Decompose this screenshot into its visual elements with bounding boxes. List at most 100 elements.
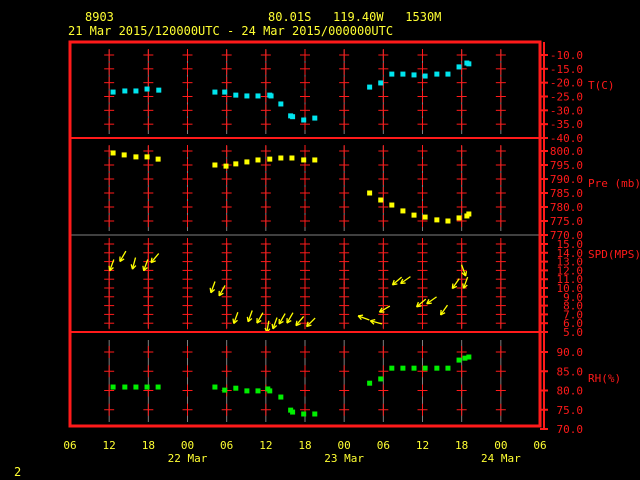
data-point [278, 155, 284, 161]
data-point [367, 380, 373, 386]
axis-tick-label: 800.0 [550, 145, 583, 158]
data-point [445, 71, 451, 77]
data-point [278, 101, 284, 107]
axis-tick-label: -40.0 [550, 132, 583, 145]
x-tick-label: 00 [494, 439, 507, 452]
data-point [411, 365, 417, 371]
data-point [456, 64, 462, 70]
wind-arrow-head [358, 314, 364, 317]
data-point [400, 71, 406, 77]
data-point [144, 154, 150, 160]
axis-tick-label: -30.0 [550, 104, 583, 117]
data-point [466, 211, 472, 217]
wind-arrow-head [108, 265, 111, 271]
axis-tick-label: 90.0 [557, 346, 584, 359]
x-tick-label: 12 [259, 439, 272, 452]
data-point [212, 162, 218, 168]
data-point [378, 80, 384, 86]
data-point [110, 384, 116, 390]
data-point [466, 61, 472, 67]
wind-arrow [357, 314, 370, 321]
wind-arrow-head [451, 283, 454, 289]
data-point [367, 84, 373, 90]
data-point [466, 354, 472, 360]
data-point [301, 157, 307, 163]
data-point [110, 89, 116, 95]
data-point [244, 159, 250, 165]
panel-label: SPD(MPS) [588, 248, 640, 261]
axis-tick-label: -20.0 [550, 77, 583, 90]
x-tick-label: 18 [142, 439, 155, 452]
x-date-label: 24 Mar [481, 452, 521, 465]
wind-arrow [218, 285, 226, 297]
wind-arrow-head [232, 318, 235, 324]
x-tick-label: 18 [298, 439, 311, 452]
meteogram: -10.0-15.0-20.0-25.0-30.0-35.0-40.0 T(C) 8… [63, 40, 640, 465]
data-point [110, 150, 116, 156]
wind-arrow [246, 310, 253, 323]
data-point [434, 217, 440, 223]
panel-label: Pre (mb) [588, 177, 640, 190]
data-point [434, 71, 440, 77]
data-point [155, 156, 161, 162]
data-point [267, 388, 273, 394]
data-point [255, 157, 261, 163]
x-tick-label: 18 [455, 439, 468, 452]
data-point [233, 92, 239, 98]
wind-arrow-head [370, 318, 376, 322]
axis-tick-label: 70.0 [557, 423, 584, 436]
data-point [233, 385, 239, 391]
data-point [312, 157, 318, 163]
data-point [422, 214, 428, 220]
wind-arrow [209, 281, 216, 294]
axis-tick-label: -25.0 [550, 91, 583, 104]
wind-arrow-head [246, 316, 249, 322]
axis-tick-label: 790.0 [550, 173, 583, 186]
wind-arrow-head [462, 283, 465, 289]
data-point [122, 384, 128, 390]
data-point [244, 388, 250, 394]
data-point [422, 365, 428, 371]
x-tick-label: 06 [220, 439, 233, 452]
data-point [456, 215, 462, 221]
axis-tick-label: -35.0 [550, 118, 583, 131]
wind-arrow [271, 317, 278, 330]
data-point [155, 384, 161, 390]
axis-tick-label: 785.0 [550, 187, 583, 200]
data-point [222, 387, 228, 393]
data-point [422, 73, 428, 79]
data-point [121, 152, 127, 158]
data-point [411, 72, 417, 78]
wind-arrow [451, 278, 460, 290]
data-point [255, 93, 261, 99]
data-point [411, 212, 417, 218]
axis-tick-label: 780.0 [550, 201, 583, 214]
x-date-label: 22 Mar [168, 452, 208, 465]
wind-arrow-head [142, 265, 145, 271]
data-point [312, 411, 318, 417]
data-point [212, 384, 218, 390]
axis-tick-label: -10.0 [550, 49, 583, 62]
panel-label: RH(%) [588, 372, 621, 385]
wind-arrow-head [439, 309, 442, 315]
data-point [244, 93, 250, 99]
data-point [434, 365, 440, 371]
data-point [156, 87, 162, 93]
axis-tick-label: -15.0 [550, 63, 583, 76]
data-point [289, 155, 295, 161]
data-point [267, 156, 273, 162]
data-point [233, 161, 239, 167]
x-tick-label: 06 [377, 439, 390, 452]
wind-arrow [391, 276, 403, 286]
data-point [400, 208, 406, 214]
axis-tick-label: 775.0 [550, 215, 583, 228]
wind-arrow [426, 296, 437, 305]
data-point [389, 71, 395, 77]
data-point [122, 88, 128, 94]
wind-arrow [400, 276, 411, 285]
x-tick-label: 06 [63, 439, 76, 452]
wind-arrow [232, 312, 239, 325]
axis-tick-label: 80.0 [557, 385, 584, 398]
wind-arrow [286, 312, 294, 324]
data-point [389, 202, 395, 208]
